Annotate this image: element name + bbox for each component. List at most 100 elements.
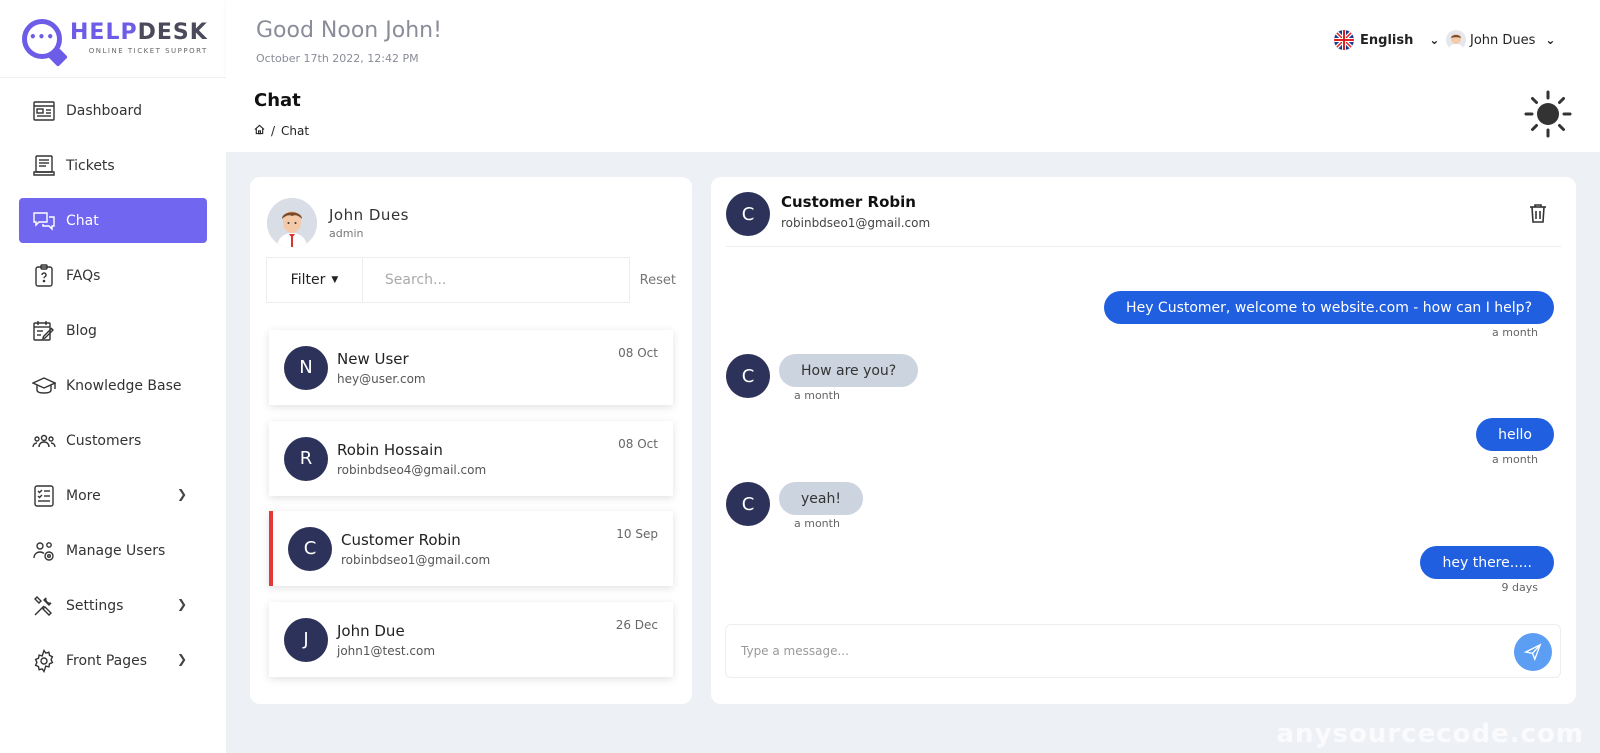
conversation-item[interactable]: N New User hey@user.com 08 Oct: [269, 330, 673, 405]
chevron-down-icon: ⌄: [1545, 33, 1556, 47]
sidebar-item-chat[interactable]: Chat: [19, 198, 207, 243]
contact-avatar: C: [726, 192, 770, 236]
message-time: a month: [794, 517, 840, 530]
sidebar-item-label: Chat: [66, 212, 99, 229]
breadcrumb: / Chat: [254, 124, 309, 138]
conversation-date: 08 Oct: [618, 346, 658, 360]
list-icon: [32, 484, 56, 508]
sidebar-item-blog[interactable]: Blog: [19, 308, 207, 353]
logo[interactable]: ••• HELPDESK ONLINE TICKET SUPPORT: [0, 0, 226, 78]
chat-icon: [32, 209, 56, 233]
sidebar-item-label: More: [66, 487, 101, 504]
message-time: a month: [1492, 326, 1538, 339]
sidebar-item-knowledge-base[interactable]: Knowledge Base: [19, 363, 207, 408]
conversation-date: 08 Oct: [618, 437, 658, 451]
gear-icon: [32, 648, 56, 673]
uk-flag-icon: [1334, 30, 1354, 50]
contact-name: New User: [337, 349, 409, 368]
caret-down-icon: ▼: [331, 275, 339, 285]
message-input[interactable]: [726, 644, 1486, 658]
sidebar-item-label: Customers: [66, 432, 142, 449]
sidebar-item-settings[interactable]: Settings ❯: [19, 583, 207, 628]
chevron-down-icon: ⌄: [1429, 33, 1440, 47]
conversation-item-active[interactable]: C Customer Robin robinbdseo1@gmail.com 1…: [269, 511, 673, 586]
message-outgoing: hey there.....: [1420, 546, 1554, 579]
send-icon: [1524, 643, 1542, 661]
avatar: [267, 198, 317, 248]
filter-dropdown[interactable]: Filter ▼: [266, 257, 362, 303]
sidebar-item-customers[interactable]: Customers: [19, 418, 207, 463]
conversation-date: 10 Sep: [616, 527, 658, 541]
sidebar-nav: Dashboard Tickets Chat FAQs Blog Knowled…: [0, 78, 226, 683]
sidebar-item-more[interactable]: More ❯: [19, 473, 207, 518]
contact-avatar: C: [726, 354, 770, 398]
message-incoming: How are you?: [779, 354, 919, 387]
sidebar-item-label: Blog: [66, 322, 97, 339]
faq-icon: [32, 263, 56, 288]
sidebar-item-front-pages[interactable]: Front Pages ❯: [19, 638, 207, 683]
filter-row: Filter ▼ Reset: [266, 257, 676, 303]
current-user: John Dues admin: [267, 198, 409, 248]
top-header: Good Noon John! October 17th 2022, 12:42…: [226, 0, 1600, 78]
logo-chat-icon: •••: [22, 18, 62, 59]
chat-panel: C Customer Robin robinbdseo1@gmail.com H…: [711, 177, 1576, 704]
current-user-name: John Dues: [329, 206, 409, 224]
user-name: John Dues: [1470, 32, 1536, 48]
chevron-right-icon: ❯: [176, 487, 187, 501]
sun-icon[interactable]: [1524, 90, 1572, 138]
message-outgoing: hello: [1476, 418, 1554, 451]
send-button[interactable]: [1514, 633, 1552, 671]
contact-avatar: C: [288, 526, 332, 571]
contact-avatar: C: [726, 482, 770, 526]
message-time: 9 days: [1501, 581, 1538, 594]
sidebar: ••• HELPDESK ONLINE TICKET SUPPORT Dashb…: [0, 0, 226, 753]
logo-title-a: HELP: [70, 20, 138, 45]
filter-label: Filter: [290, 272, 326, 288]
customers-icon: [32, 429, 56, 453]
conversation-item[interactable]: R Robin Hossain robinbdseo4@gmail.com 08…: [269, 421, 673, 496]
sidebar-item-tickets[interactable]: Tickets: [19, 143, 207, 188]
manage-users-icon: [32, 539, 56, 563]
sidebar-item-label: Front Pages: [66, 652, 148, 669]
contact-name: Customer Robin: [341, 530, 461, 549]
sidebar-item-label: Manage Users: [66, 542, 166, 559]
watermark: anysourcecode.com: [1276, 719, 1584, 749]
graduation-cap-icon: [32, 374, 56, 398]
current-datetime: October 17th 2022, 12:42 PM: [256, 52, 419, 65]
conversation-list-panel: John Dues admin Filter ▼ Reset N New Use…: [250, 177, 692, 704]
user-menu[interactable]: John Dues ⌄: [1446, 30, 1555, 50]
logo-title-b: DESK: [137, 20, 208, 45]
message-outgoing: Hey Customer, welcome to website.com - h…: [1104, 291, 1554, 324]
sidebar-item-manage-users[interactable]: Manage Users: [19, 528, 207, 573]
search-input[interactable]: [361, 257, 630, 303]
conversation-item[interactable]: J John Due john1@test.com 26 Dec: [269, 602, 673, 677]
avatar: [1446, 30, 1466, 50]
conversation-date: 26 Dec: [615, 618, 658, 632]
contact-avatar: J: [284, 617, 328, 662]
language-label: English: [1360, 32, 1414, 48]
tickets-icon: [32, 154, 56, 178]
contact-avatar: N: [284, 345, 328, 390]
sidebar-item-label: Knowledge Base: [66, 377, 182, 394]
contact-email: hey@user.com: [337, 371, 426, 386]
sidebar-item-dashboard[interactable]: Dashboard: [19, 88, 207, 133]
contact-name: Robin Hossain: [337, 440, 443, 459]
sidebar-item-label: FAQs: [66, 267, 101, 284]
tools-icon: [32, 594, 56, 618]
trash-icon[interactable]: [1527, 202, 1549, 224]
chevron-right-icon: ❯: [176, 597, 187, 611]
message-time: a month: [1492, 453, 1538, 466]
sidebar-item-label: Settings: [66, 597, 124, 614]
chevron-right-icon: ❯: [176, 652, 187, 666]
language-selector[interactable]: English ⌄: [1334, 30, 1439, 50]
sidebar-item-label: Tickets: [66, 157, 115, 174]
message-composer: [725, 624, 1561, 678]
reset-button[interactable]: Reset: [640, 273, 676, 288]
blog-icon: [32, 319, 56, 343]
home-icon[interactable]: [254, 124, 265, 138]
sidebar-item-faqs[interactable]: FAQs: [19, 253, 207, 298]
chat-contact-name: Customer Robin: [781, 193, 916, 211]
chat-header: C Customer Robin robinbdseo1@gmail.com: [726, 192, 1561, 247]
dashboard-icon: [32, 99, 56, 123]
page-title: Chat: [254, 90, 301, 111]
